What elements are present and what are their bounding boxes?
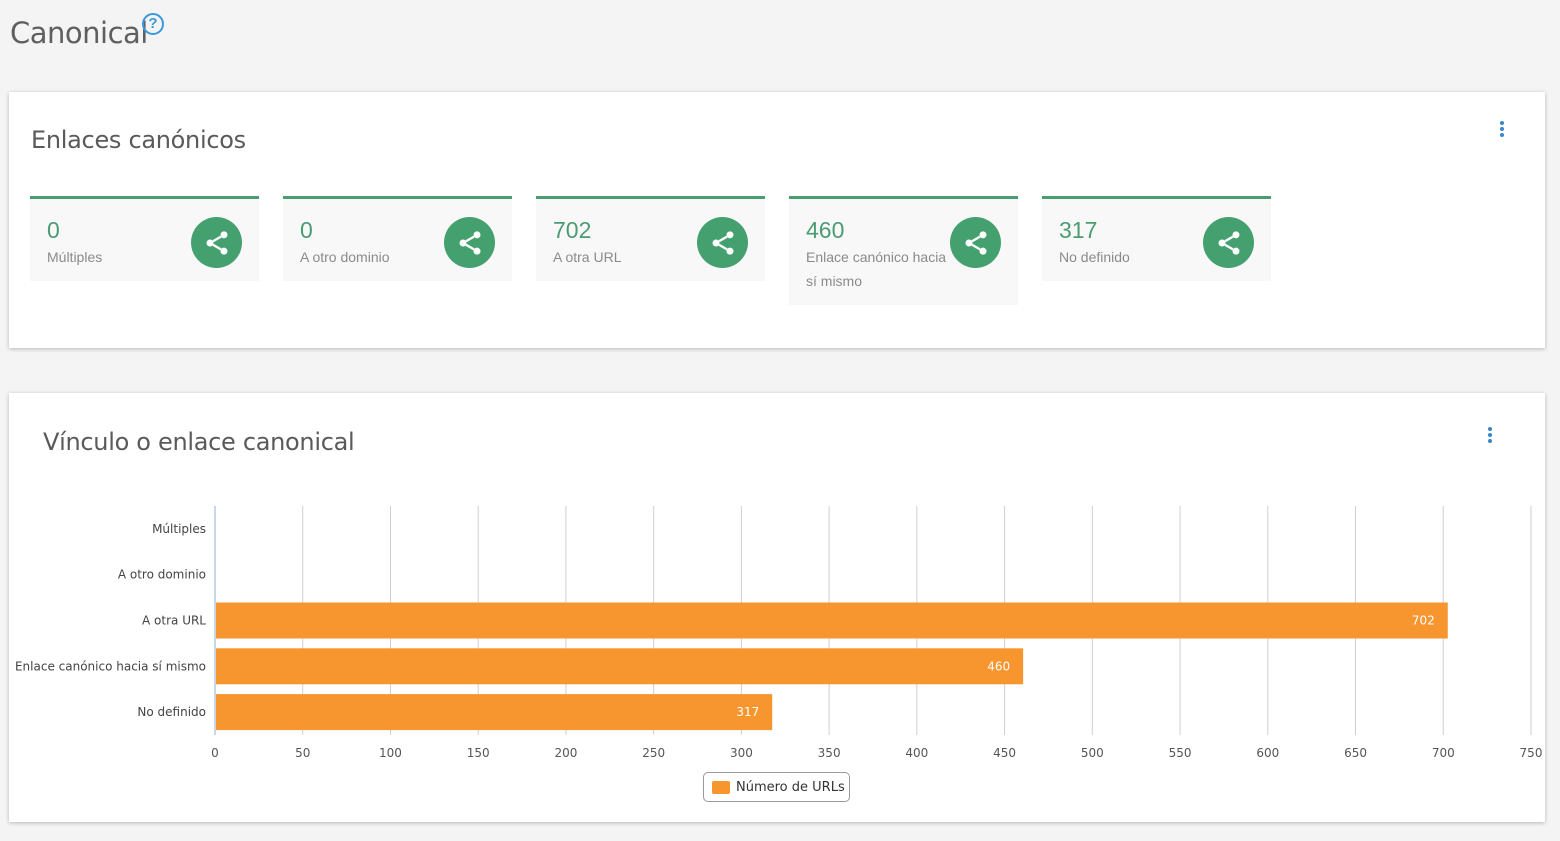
bar-chart: 0 50 100 150 200 250 300 350 400 450 500 550 600 650 7…	[15, 506, 1543, 760]
share-icon	[191, 217, 242, 268]
chart-legend[interactable]: Número de URLs	[703, 772, 850, 802]
share-icon	[444, 217, 495, 268]
stat-card-undefined[interactable]: 317 No definido	[1042, 196, 1271, 281]
panel-title: Enlaces canónicos	[31, 126, 246, 154]
x-tick-label: 550	[1169, 746, 1192, 760]
x-tick-label: 400	[905, 746, 928, 760]
x-tick-label: 450	[993, 746, 1016, 760]
y-tick-label: Enlace canónico hacia sí mismo	[15, 659, 206, 673]
stat-card-other-domain[interactable]: 0 A otro dominio	[283, 196, 512, 281]
x-tick-label: 650	[1344, 746, 1367, 760]
x-tick-label: 300	[730, 746, 753, 760]
x-tick-label: 50	[295, 746, 310, 760]
x-tick-label: 250	[642, 746, 665, 760]
stat-card-self-canonical[interactable]: 460 Enlace canónico hacia sí mismo	[789, 196, 1018, 305]
stat-card-other-url[interactable]: 702 A otra URL	[536, 196, 765, 281]
stat-value: 702	[553, 217, 592, 243]
y-tick-label: Múltiples	[152, 522, 206, 536]
help-circle-icon[interactable]: ?	[142, 13, 164, 35]
stat-label: No definido	[1059, 249, 1130, 265]
more-vertical-icon[interactable]	[1497, 119, 1507, 141]
stat-label: A otra URL	[553, 249, 622, 265]
y-tick-label: A otro dominio	[118, 568, 206, 582]
x-tick-label: 200	[554, 746, 577, 760]
stat-card-multiples[interactable]: 0 Múltiples	[30, 196, 259, 281]
stat-label: Múltiples	[47, 249, 103, 265]
x-tick-label: 500	[1081, 746, 1104, 760]
stat-value: 0	[47, 217, 60, 243]
stat-value: 0	[300, 217, 313, 243]
x-tick-label: 600	[1256, 746, 1279, 760]
bar	[216, 648, 1024, 685]
bar	[216, 602, 1448, 639]
x-tick-label: 0	[211, 746, 219, 760]
x-tick-label: 750	[1520, 746, 1543, 760]
x-tick-label: 150	[467, 746, 490, 760]
share-icon	[950, 217, 1001, 268]
data-label: 460	[987, 659, 1010, 673]
x-tick-label: 100	[379, 746, 402, 760]
page-title: Canonical	[10, 16, 148, 50]
share-icon	[697, 217, 748, 268]
stat-value: 460	[806, 217, 845, 243]
legend-label: Número de URLs	[736, 779, 845, 795]
x-tick-label: 700	[1432, 746, 1455, 760]
share-icon	[1203, 217, 1254, 268]
y-tick-label: A otra URL	[142, 614, 206, 628]
stat-label: A otro dominio	[300, 249, 390, 265]
y-tick-label: No definido	[137, 705, 206, 719]
canonical-links-panel: Enlaces canónicos 0 Múltiples 0 A otro d…	[9, 92, 1545, 348]
data-label: 317	[736, 705, 759, 719]
canonical-chart-panel: Vínculo o enlace canonical 0 50 100 150 200 2…	[9, 393, 1545, 822]
stat-value: 317	[1059, 217, 1098, 243]
x-tick-label: 350	[818, 746, 841, 760]
bar	[216, 694, 773, 731]
data-label: 702	[1412, 614, 1435, 628]
stat-label: Enlace canónico hacia sí mismo	[806, 249, 947, 289]
legend-swatch	[712, 780, 730, 794]
